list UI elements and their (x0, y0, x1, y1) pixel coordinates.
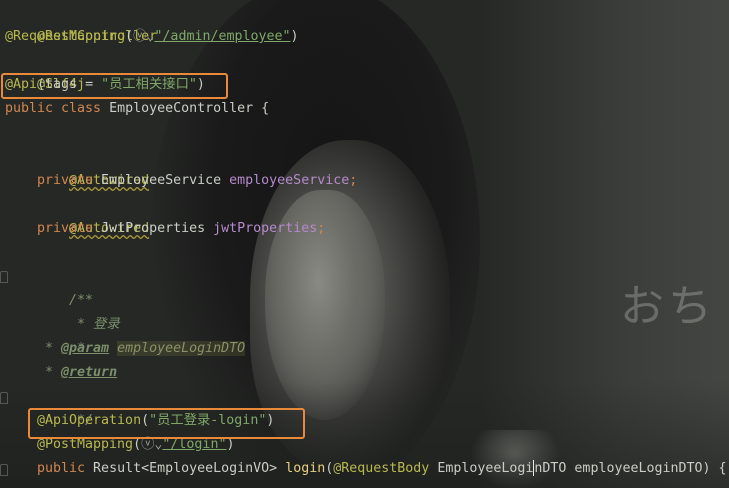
doc-comment: * (37, 365, 62, 380)
paren-open: ( (125, 29, 134, 44)
paren-open: ( (133, 437, 142, 452)
string-literal: "员工相关接口" (101, 77, 197, 92)
field-name: jwtProperties (213, 221, 318, 236)
code-line-9[interactable]: @Autowired (37, 193, 149, 236)
param-type: EmployeeLogi (429, 461, 534, 476)
code-line-12[interactable]: /** (37, 265, 93, 308)
annotation: @Api (5, 77, 38, 92)
code-line-2[interactable]: @RequestMapping(ⓥ⌄"/admin/employee") (5, 25, 299, 49)
annotation: @PostMapping (37, 437, 134, 452)
string-literal: "员工登录-login" (149, 413, 267, 428)
code-line-15[interactable]: * @param employeeLoginDTO (37, 337, 246, 361)
fold-icon[interactable] (0, 271, 8, 283)
type-name: EmployeeService (93, 173, 230, 188)
code-line-3[interactable]: @Slf4j (5, 49, 85, 92)
return-type: Result<EmployeeLoginVO> (85, 461, 286, 476)
field-name: employeeService (229, 173, 350, 188)
keyword: public (37, 461, 86, 476)
javadoc-param: employeeLoginDTO (117, 341, 246, 356)
annotation: @RequestBody (333, 461, 430, 476)
fold-icon[interactable] (0, 392, 8, 404)
semicolon: ; (349, 173, 358, 188)
code-text: (tags = (37, 77, 102, 92)
code-line-10[interactable]: private JwtProperties jwtProperties; (37, 217, 325, 241)
code-line-19[interactable]: @PostMapping(ⓥ⌄"/login") (37, 433, 234, 457)
paren-close: ) (196, 77, 205, 92)
code-line-7[interactable]: @Autowired (37, 145, 149, 188)
code-editor[interactable]: @RestController @RequestMapping(ⓥ⌄"/admi… (0, 0, 729, 488)
code-line-17[interactable]: */ (37, 385, 93, 428)
code-line-16[interactable]: * @return (37, 361, 117, 385)
paren-close: ) (226, 437, 235, 452)
param-type: nDTO (534, 461, 567, 476)
code-line-5[interactable]: public class EmployeeController { (5, 97, 269, 121)
code-line-8[interactable]: private EmployeeService employeeService; (37, 169, 357, 193)
mapping-url[interactable]: "/login" (162, 437, 226, 452)
code-line-18[interactable]: @ApiOperation("员工登录-login") (37, 409, 274, 433)
javadoc-tag: @return (61, 365, 118, 380)
doc-comment: * (37, 341, 62, 356)
annotation: @RequestMapping (5, 29, 126, 44)
code-line-20[interactable]: public Result<EmployeeLoginVO> login(@Re… (37, 457, 727, 481)
code-line-13[interactable]: * 登录 (37, 289, 120, 332)
paren-open: ( (141, 413, 150, 428)
code-line-4[interactable]: @Api(tags = "员工相关接口") (5, 73, 205, 97)
type-name: JwtProperties (93, 221, 214, 236)
code-line-1[interactable]: @RestController (5, 1, 157, 44)
keyword: private (37, 221, 94, 236)
class-declaration: EmployeeController { (101, 101, 270, 116)
annotation: @ApiOperation (37, 413, 142, 428)
paren-close: ) (290, 29, 299, 44)
method-name: login (285, 461, 326, 476)
keyword: private (37, 173, 94, 188)
paren-close: ) (266, 413, 275, 428)
fold-icon[interactable] (0, 464, 8, 476)
semicolon: ; (317, 221, 326, 236)
url-mapping-icon[interactable]: ⓥ⌄ (141, 437, 162, 452)
url-mapping-icon[interactable]: ⓥ⌄ (133, 29, 154, 44)
param-name: employeeLoginDTO) { (566, 461, 727, 476)
javadoc-tag: @param (61, 341, 110, 356)
keyword: public class (5, 101, 102, 116)
mapping-url[interactable]: "/admin/employee" (154, 29, 290, 44)
code-line-14[interactable]: * (37, 313, 85, 356)
